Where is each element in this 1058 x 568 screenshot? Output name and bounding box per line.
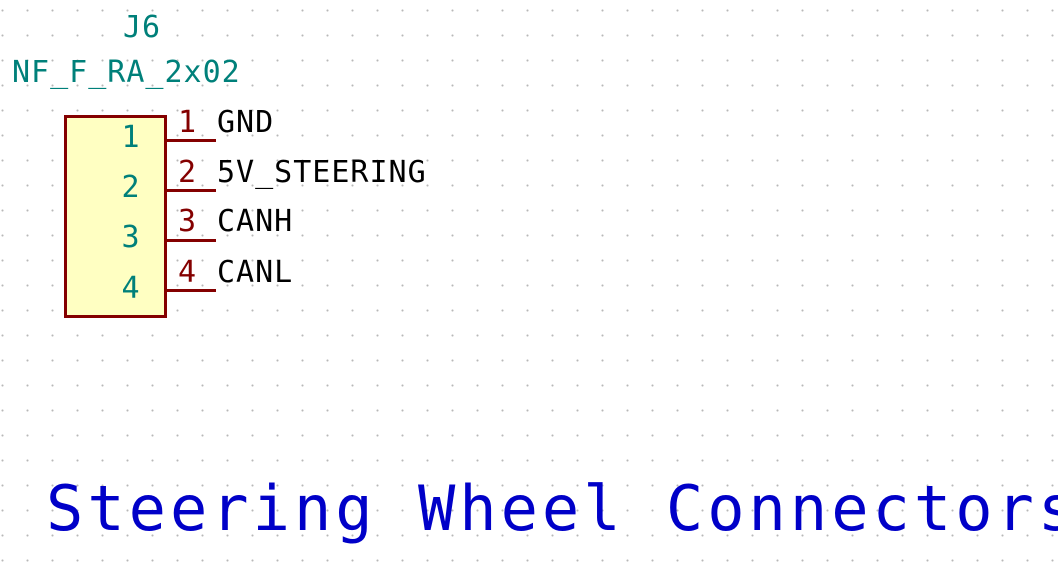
net-label-canl[interactable]: CANL — [217, 258, 293, 288]
pin-1-number: 1 — [178, 105, 198, 140]
sheet-title-text[interactable]: Steering Wheel Connectors — [46, 478, 1058, 540]
net-label-5v-steering[interactable]: 5V_STEERING — [217, 158, 427, 188]
pin-2-number: 2 — [178, 155, 198, 190]
pin-3-wire[interactable] — [164, 239, 216, 242]
pin-3-inner-number: 3 — [121, 220, 141, 255]
pin-1-inner-number: 1 — [121, 120, 141, 155]
pin-4-number: 4 — [178, 255, 198, 290]
pin-4-inner-number: 4 — [121, 271, 141, 306]
schematic-canvas[interactable]: J6 NF_F_RA_2x02 1 1 GND 2 2 5V_STEERING … — [0, 0, 1058, 568]
net-label-gnd[interactable]: GND — [217, 108, 274, 138]
component-reference[interactable]: J6 — [123, 13, 161, 43]
pin-3-number: 3 — [178, 204, 198, 239]
connector-body[interactable] — [64, 115, 167, 318]
net-label-canh[interactable]: CANH — [217, 207, 293, 237]
component-value[interactable]: NF_F_RA_2x02 — [12, 58, 241, 88]
pin-2-inner-number: 2 — [121, 170, 141, 205]
